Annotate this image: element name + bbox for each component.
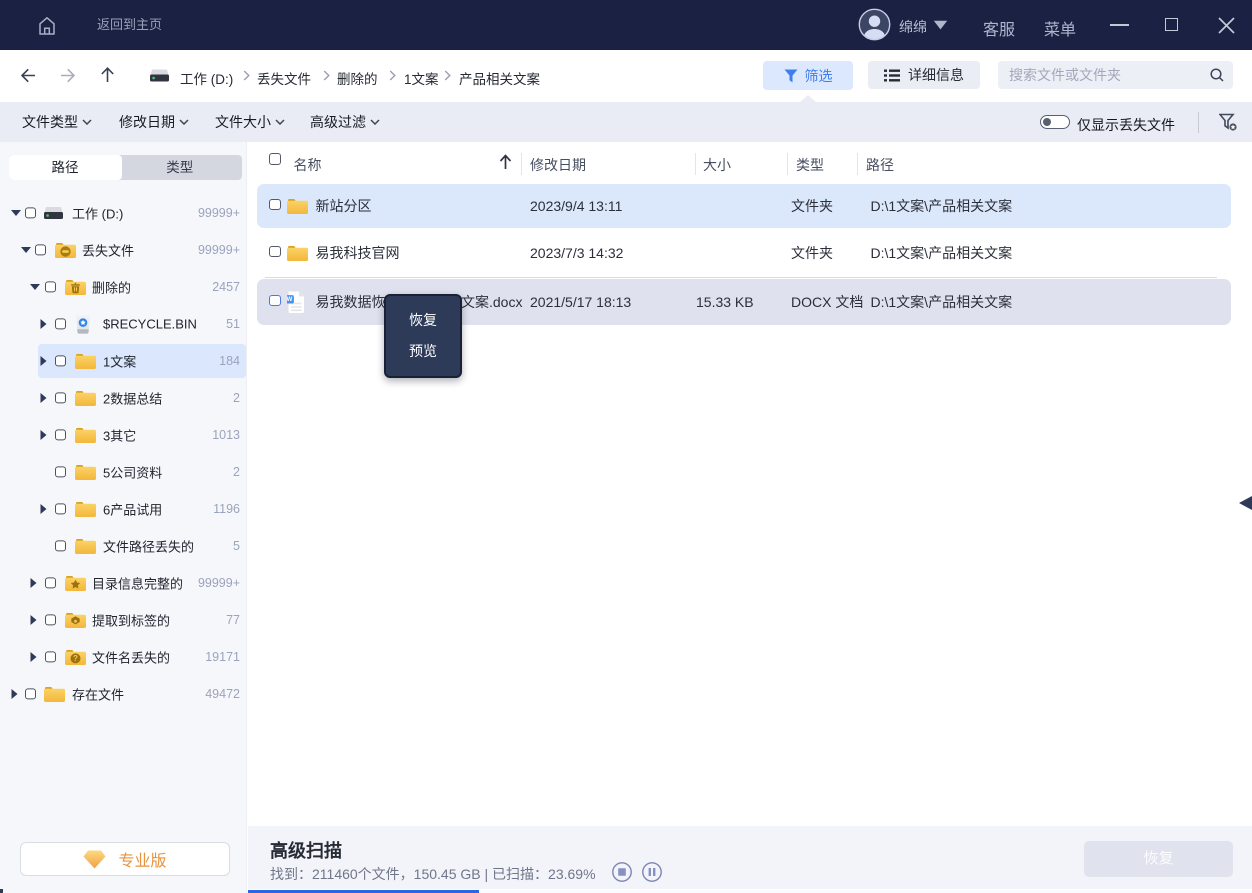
svg-text:?: ?	[73, 654, 78, 663]
svg-text:W: W	[287, 297, 293, 303]
